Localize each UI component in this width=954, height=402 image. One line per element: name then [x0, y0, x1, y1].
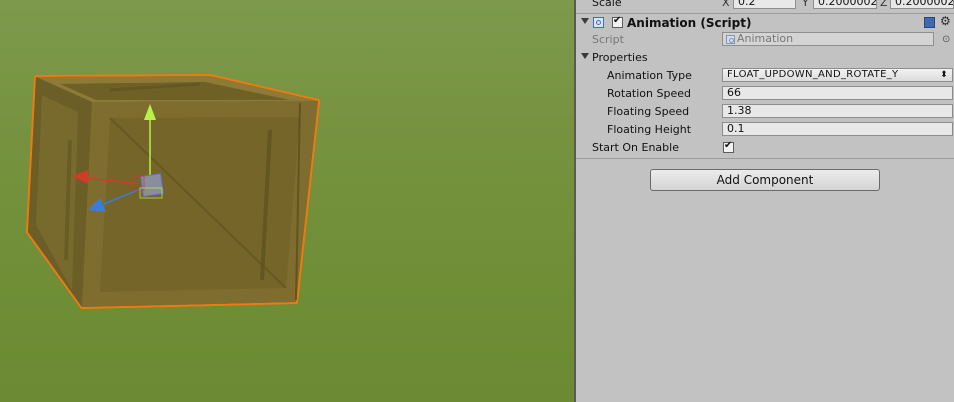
scale-y-axis-label[interactable]: Y — [802, 0, 809, 9]
component-bottom-separator — [576, 158, 954, 159]
scale-x-axis-label[interactable]: X — [722, 0, 730, 9]
properties-foldout-icon[interactable] — [581, 53, 589, 59]
crate-object[interactable] — [28, 76, 318, 307]
floating-height-label[interactable]: Floating Height — [607, 123, 691, 136]
script-label: Script — [592, 33, 624, 46]
object-picker-icon[interactable]: ⊙ — [942, 34, 950, 45]
script-row: Script Animation ⊙ — [576, 31, 954, 49]
scale-label: Scale — [592, 0, 622, 9]
script-field-icon — [726, 35, 735, 44]
scene-view[interactable] — [0, 0, 574, 402]
properties-label: Properties — [592, 51, 648, 64]
rotation-speed-label[interactable]: Rotation Speed — [607, 87, 691, 100]
add-component-button[interactable]: Add Component — [650, 169, 880, 191]
floating-speed-field[interactable]: 1.38 — [722, 104, 953, 118]
animation-type-value: FLOAT_UPDOWN_AND_ROTATE_Y — [727, 69, 899, 80]
script-object-field: Animation — [722, 32, 934, 46]
component-foldout-icon[interactable] — [581, 18, 589, 24]
scale-z-field[interactable]: 0.2000002 — [890, 0, 954, 9]
start-on-enable-checkbox[interactable]: ✔ — [723, 140, 734, 153]
help-icon[interactable] — [924, 17, 935, 28]
script-icon — [593, 17, 604, 28]
scale-z-axis-label[interactable]: Z — [880, 0, 888, 9]
floating-speed-row: Floating Speed 1.38 — [576, 103, 954, 121]
component-enabled-checkbox[interactable]: ✔ — [612, 15, 623, 28]
animation-type-dropdown[interactable]: FLOAT_UPDOWN_AND_ROTATE_Y ⬍ — [722, 68, 953, 82]
rotation-speed-field[interactable]: 66 — [722, 86, 953, 100]
check-icon: ✔ — [724, 140, 733, 151]
scale-x-field[interactable]: 0.2 — [733, 0, 796, 9]
check-icon: ✔ — [613, 15, 622, 26]
gear-icon[interactable]: ⚙ — [940, 14, 951, 28]
floating-height-field[interactable]: 0.1 — [722, 122, 953, 136]
script-value: Animation — [737, 32, 794, 45]
component-title: Animation (Script) — [627, 16, 752, 30]
dropdown-arrow-icon: ⬍ — [940, 70, 948, 80]
scale-y-field[interactable]: 0.2000002 — [813, 0, 877, 9]
properties-foldout[interactable]: Properties — [576, 49, 954, 67]
floating-height-row: Floating Height 0.1 — [576, 121, 954, 139]
start-on-enable-row: Start On Enable ✔ — [576, 139, 954, 157]
component-header[interactable]: ✔ Animation (Script) ⚙ — [576, 14, 954, 32]
animation-type-label: Animation Type — [607, 69, 692, 82]
animation-type-row: Animation Type FLOAT_UPDOWN_AND_ROTATE_Y… — [576, 67, 954, 85]
inspector-panel: Scale X 0.2 Y 0.2000002 Z 0.2000002 ✔ An… — [576, 0, 954, 402]
scale-row: Scale X 0.2 Y 0.2000002 Z 0.2000002 — [576, 0, 954, 12]
start-on-enable-label: Start On Enable — [592, 141, 679, 154]
rotation-speed-row: Rotation Speed 66 — [576, 85, 954, 103]
scene-canvas[interactable] — [0, 0, 574, 402]
floating-speed-label[interactable]: Floating Speed — [607, 105, 689, 118]
